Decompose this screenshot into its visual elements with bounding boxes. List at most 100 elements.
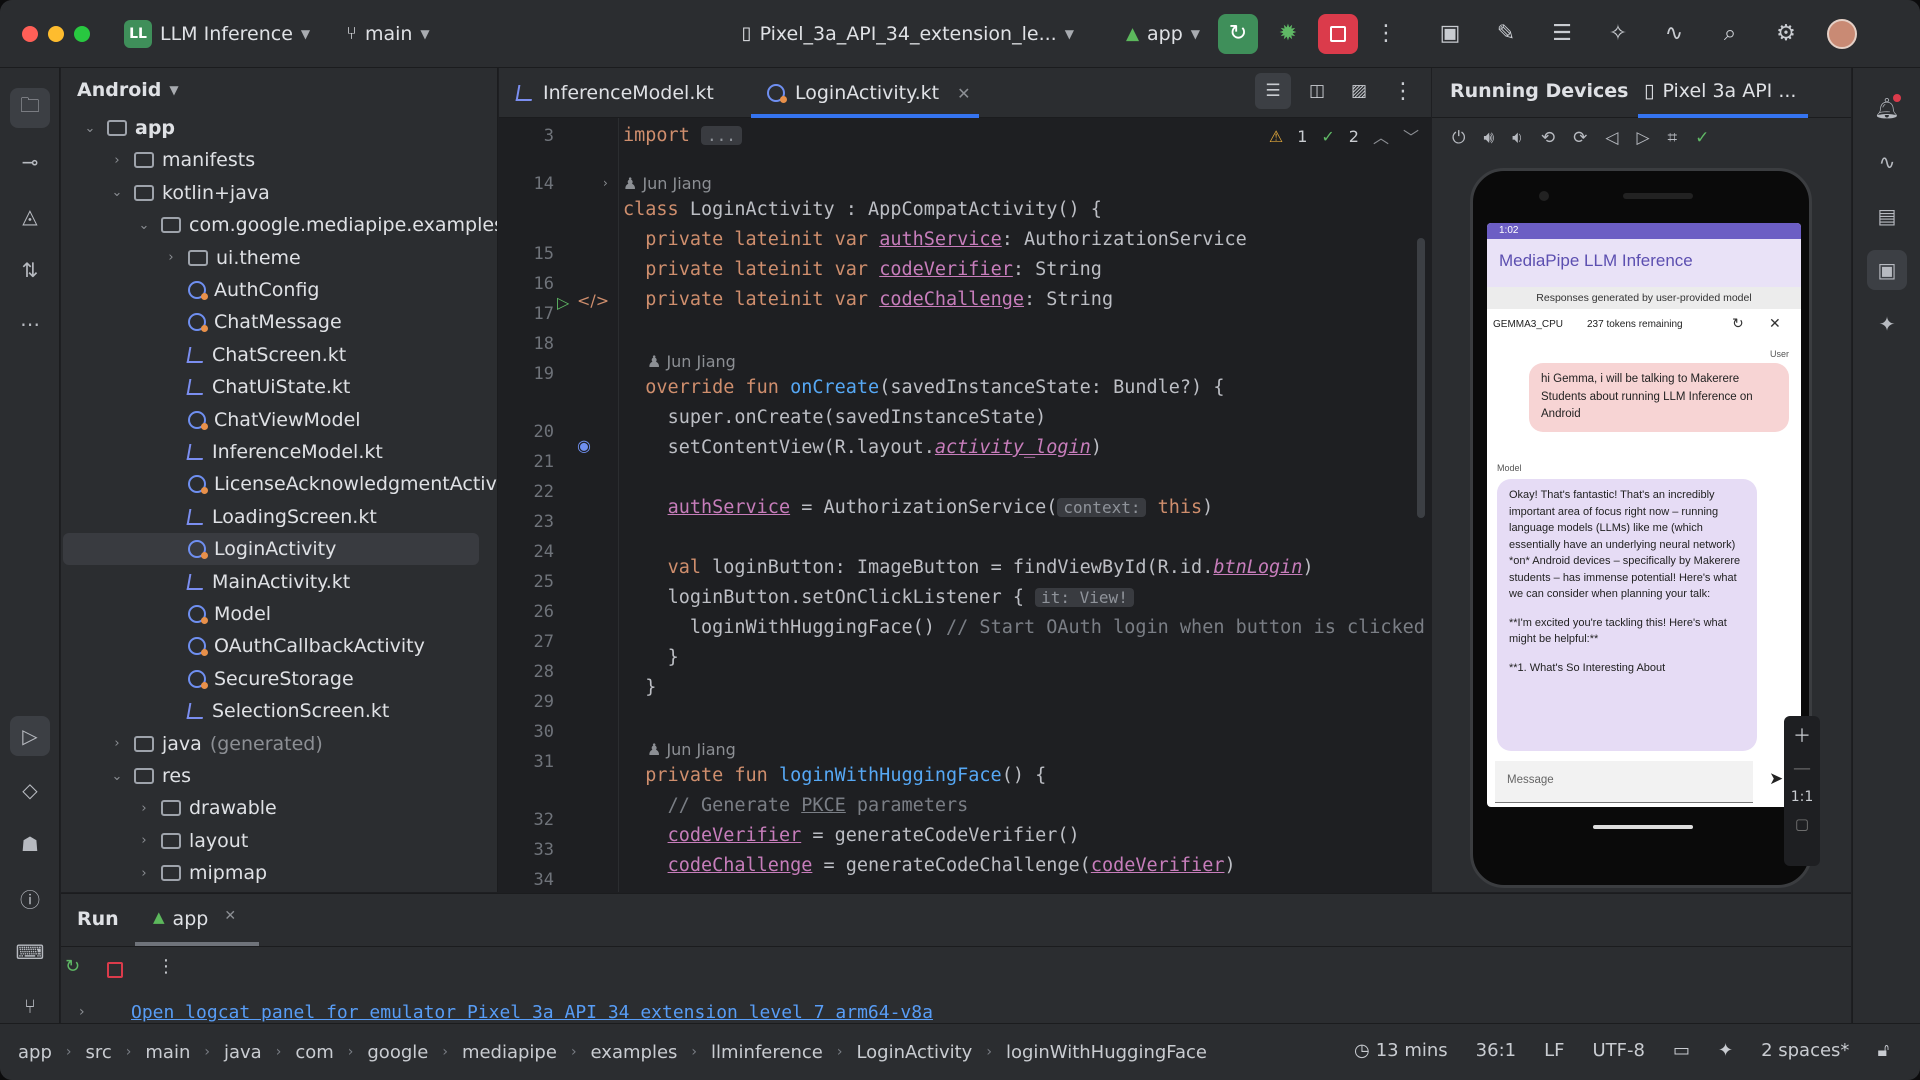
tree-item[interactable]: ⌄ kotlin+java <box>108 177 270 209</box>
zoom-actual-button[interactable]: 1:1 <box>1791 789 1814 805</box>
resource-manager-button[interactable]: ◬ <box>10 196 50 236</box>
close-icon[interactable]: ✕ <box>224 908 236 930</box>
code-view-button[interactable]: ☰ <box>1255 73 1291 109</box>
home-indicator[interactable] <box>1593 825 1693 829</box>
minimize-window-button[interactable] <box>48 25 64 42</box>
breadcrumb-item[interactable]: google <box>367 1042 428 1063</box>
code-icon[interactable]: </> <box>577 291 609 310</box>
tree-item[interactable]: › mipmap <box>135 857 267 889</box>
breadcrumb-item[interactable]: app <box>18 1042 52 1063</box>
send-icon[interactable]: ➤ <box>1769 769 1783 789</box>
gemini-assistant-button[interactable]: ✦ <box>1867 304 1907 344</box>
volume-up-icon[interactable]: 🔊︎ <box>1483 128 1494 148</box>
chevron-right-icon[interactable]: › <box>135 866 153 881</box>
lock-toggle[interactable]: 🔓︎ <box>1877 1040 1889 1061</box>
more-tools-button[interactable]: ⋯ <box>10 304 50 344</box>
gemini-status[interactable]: ✦ <box>1718 1040 1733 1061</box>
device-explorer-button[interactable]: ▤ <box>1867 196 1907 236</box>
tree-item[interactable]: ⌄ res <box>108 760 191 792</box>
breadcrumb-item[interactable]: llminference <box>711 1042 823 1063</box>
rerun-button[interactable]: ↻ <box>1218 13 1259 54</box>
zoom-in-icon[interactable]: ＋ <box>1793 722 1811 748</box>
rotate-right-icon[interactable]: ⟳ <box>1573 128 1587 148</box>
more-actions-button[interactable]: ⋮ <box>1366 14 1406 54</box>
chevron-up-icon[interactable]: ︿ <box>1373 124 1389 148</box>
branch-selector[interactable]: ⑂ main ▼ <box>346 23 430 45</box>
file-encoding[interactable]: UTF-8 <box>1592 1040 1644 1061</box>
tree-item[interactable]: › ui.theme <box>162 242 300 274</box>
pull-requests-button[interactable]: ⇅ <box>10 250 50 290</box>
more-vertical-icon[interactable]: ⋮ <box>157 956 175 977</box>
tab-device[interactable]: ▯ Pixel 3a API ... <box>1644 80 1796 102</box>
tree-item[interactable]: ChatUiState.kt <box>162 371 350 403</box>
stop-icon[interactable] <box>107 962 123 978</box>
fold-placeholder[interactable]: ... <box>700 126 742 145</box>
fit-screen-icon[interactable]: ▢ <box>1795 815 1809 833</box>
indent-setting[interactable]: 2 spaces* <box>1761 1040 1849 1061</box>
back-icon[interactable]: ◁ <box>1605 128 1618 148</box>
volume-down-icon[interactable]: 🔉︎ <box>1512 128 1523 148</box>
running-devices-button[interactable]: ▣ <box>1867 250 1907 290</box>
breadcrumb-item[interactable]: java <box>224 1042 262 1063</box>
settings-button[interactable]: ⚙ <box>1766 14 1806 54</box>
expand-arrow-icon[interactable]: › <box>79 1004 85 1020</box>
stop-button[interactable] <box>1318 13 1359 54</box>
tree-item[interactable]: › manifests <box>108 144 255 176</box>
phone-screen[interactable]: 1:02 MediaPipe LLM Inference Responses g… <box>1487 223 1801 807</box>
chevron-down-icon[interactable]: ﹀ <box>1403 124 1419 148</box>
commit-tool-button[interactable]: ⊸ <box>10 142 50 182</box>
chevron-down-icon[interactable]: ⌄ <box>108 185 126 200</box>
close-icon[interactable]: ✕ <box>1769 315 1781 332</box>
project-selector[interactable]: LL LLM Inference ▼ <box>124 19 310 48</box>
project-tool-button[interactable]: 🗀 <box>10 88 50 128</box>
tree-item[interactable]: ChatScreen.kt <box>162 339 346 371</box>
caret-position[interactable]: 36:1 <box>1476 1040 1516 1061</box>
check-icon[interactable]: ✓ <box>1695 128 1709 148</box>
close-icon[interactable]: ✕ <box>957 84 970 103</box>
split-view-button[interactable]: ◫ <box>1299 73 1335 109</box>
overview-icon[interactable]: ▷ <box>1636 128 1649 148</box>
editor-scrollbar[interactable] <box>1417 238 1425 518</box>
zoom-out-icon[interactable]: — <box>1793 758 1811 779</box>
run-config-selector[interactable]: ▲ app ▼ <box>1126 23 1200 45</box>
chevron-right-icon[interactable]: › <box>135 833 153 848</box>
run-tool-button[interactable]: ▷ <box>10 716 50 756</box>
chevron-right-icon[interactable]: › <box>135 801 153 816</box>
plugins-button[interactable]: ✧ <box>1598 14 1638 54</box>
device-selector[interactable]: ▯ Pixel_3a_API_34_extension_le... ▼ <box>742 23 1074 45</box>
override-icon[interactable]: ◉ <box>577 436 591 455</box>
terminal-button[interactable]: ⌨ <box>10 932 50 972</box>
tree-item[interactable]: ChatViewModel <box>162 404 361 436</box>
design-view-button[interactable]: ▨ <box>1341 73 1377 109</box>
breadcrumb-item[interactable]: src <box>86 1042 112 1063</box>
logcat-button[interactable]: ☗ <box>10 824 50 864</box>
breadcrumb-item[interactable]: mediapipe <box>462 1042 557 1063</box>
profiler-button[interactable]: ∿ <box>1654 14 1694 54</box>
rerun-icon[interactable]: ↻ <box>65 956 80 977</box>
message-input[interactable]: Message <box>1495 761 1753 803</box>
structure-button[interactable]: ☰ <box>1542 14 1582 54</box>
device-manager-button[interactable]: ▣ <box>1430 14 1470 54</box>
tree-item[interactable]: LoadingScreen.kt <box>162 501 377 533</box>
close-window-button[interactable] <box>22 25 38 42</box>
search-button[interactable]: ⌕ <box>1710 14 1750 54</box>
breadcrumb-item[interactable]: examples <box>591 1042 678 1063</box>
refresh-icon[interactable]: ↻ <box>1732 315 1744 332</box>
problems-button[interactable]: ⓘ <box>10 878 50 918</box>
breadcrumb-item[interactable]: loginWithHuggingFace <box>1006 1042 1207 1063</box>
tree-item[interactable]: MainActivity.kt <box>162 566 350 598</box>
tree-item[interactable]: OAuthCallbackActivity <box>162 630 425 662</box>
tree-item[interactable]: ⌄ com.google.mediapipe.examples.llm <box>135 209 497 241</box>
tree-item[interactable]: ChatMessage <box>162 306 342 338</box>
notifications-button[interactable]: 🔔︎ <box>1867 88 1907 128</box>
tree-item[interactable]: SelectionScreen.kt <box>162 695 389 727</box>
chevron-right-icon[interactable]: › <box>162 250 180 265</box>
breadcrumb-item[interactable]: com <box>295 1042 333 1063</box>
chevron-down-icon[interactable]: ⌄ <box>135 218 153 233</box>
tree-item[interactable]: LicenseAcknowledgmentActivity <box>162 468 497 500</box>
chevron-down-icon[interactable]: ⌄ <box>108 769 126 784</box>
screenshot-icon[interactable]: ⌗ <box>1668 128 1678 148</box>
build-time[interactable]: ◷ 13 mins <box>1354 1040 1448 1061</box>
tree-item[interactable]: › layout <box>135 825 248 857</box>
tab-actions-button[interactable]: ⋮ <box>1385 73 1421 109</box>
